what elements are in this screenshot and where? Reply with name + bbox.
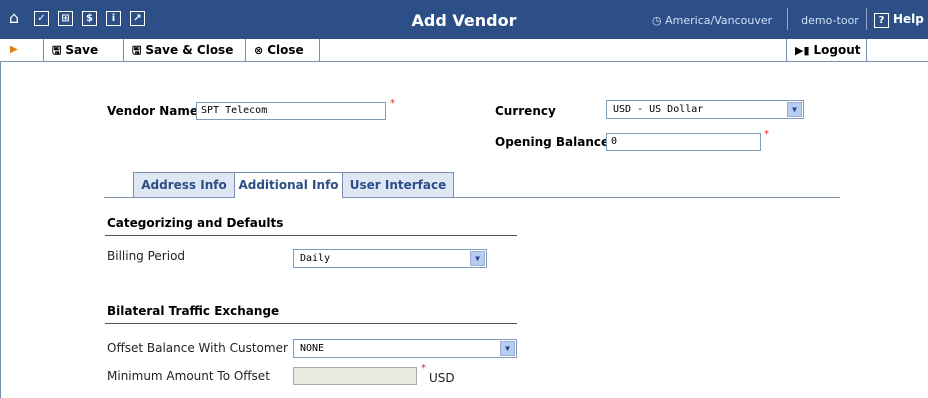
- close-label: Close: [267, 43, 304, 57]
- section-divider: [105, 323, 517, 324]
- clock-icon: ◷: [652, 14, 662, 27]
- save-close-button[interactable]: 🖫 Save & Close: [124, 39, 246, 61]
- help-label: Help: [893, 12, 924, 26]
- vendor-name-input[interactable]: SPT Telecom: [196, 102, 386, 120]
- tabs-divider: [104, 197, 840, 198]
- opening-balance-input[interactable]: 0: [606, 133, 761, 151]
- user-name[interactable]: demo-toor: [800, 14, 860, 27]
- currency-select[interactable]: USD - US Dollar ▼: [606, 100, 804, 119]
- opening-balance-label: Opening Balance: [495, 135, 610, 149]
- timezone-label: America/Vancouver: [665, 14, 773, 27]
- section-divider: [105, 235, 517, 236]
- active-tab-gap: [235, 197, 342, 198]
- currency-label: Currency: [495, 104, 556, 118]
- grid-icon[interactable]: ⊞: [58, 11, 73, 26]
- minimum-amount-label: Minimum Amount To Offset: [107, 369, 270, 383]
- tab-address-info[interactable]: Address Info: [133, 172, 235, 197]
- section-title-categorizing: Categorizing and Defaults: [107, 216, 284, 230]
- section-title-bilateral: Bilateral Traffic Exchange: [107, 304, 280, 318]
- dollar-icon[interactable]: $: [82, 11, 97, 26]
- logout-label: Logout: [813, 43, 861, 57]
- tab-user-interface[interactable]: User Interface: [342, 172, 454, 197]
- chevron-down-icon: ▼: [787, 102, 802, 117]
- help-icon: ?: [874, 13, 889, 28]
- close-button[interactable]: ⊗ Close: [246, 39, 320, 61]
- offset-balance-select[interactable]: NONE ▼: [293, 339, 517, 358]
- currency-value: USD - US Dollar: [613, 104, 704, 115]
- currency-unit: USD: [429, 371, 455, 385]
- tab-additional-info[interactable]: Additional Info: [234, 172, 343, 198]
- required-marker: *: [421, 363, 426, 374]
- header-divider: [787, 8, 788, 30]
- checkbox-icon[interactable]: ✓: [34, 11, 49, 26]
- timezone-link[interactable]: ◷ America/Vancouver: [652, 14, 772, 27]
- chevron-down-icon: ▼: [500, 341, 515, 356]
- billing-period-value: Daily: [300, 253, 331, 264]
- minimum-amount-input[interactable]: [293, 367, 417, 385]
- save-button[interactable]: 🖫 Save: [44, 39, 124, 61]
- logout-icon: ▶▮: [795, 44, 810, 57]
- toolbar: ▶ 🖫 Save 🖫 Save & Close ⊗ Close ▶▮ Logout: [0, 39, 928, 62]
- home-icon[interactable]: ⌂: [5, 9, 23, 27]
- floppy-disk-icon: 🖫: [52, 44, 62, 57]
- logout-button[interactable]: ▶▮ Logout: [786, 39, 867, 61]
- billing-period-label: Billing Period: [107, 249, 186, 263]
- info-icon[interactable]: i: [106, 11, 121, 26]
- save-label: Save: [65, 43, 99, 57]
- floppy-disk-icon: 🖫: [132, 44, 142, 57]
- required-marker: *: [764, 129, 769, 140]
- close-icon: ⊗: [254, 44, 264, 57]
- vendor-name-label: Vendor Name: [107, 104, 199, 118]
- offset-balance-label: Offset Balance With Customer: [107, 341, 288, 355]
- chevron-down-icon: ▼: [470, 251, 485, 266]
- header-bar: ⌂ ✓ ⊞ $ i ↗ Add Vendor ◷ America/Vancouv…: [0, 0, 928, 39]
- header-divider: [866, 8, 867, 30]
- billing-period-select[interactable]: Daily ▼: [293, 249, 487, 268]
- required-marker: *: [390, 98, 395, 109]
- offset-balance-value: NONE: [300, 343, 325, 354]
- save-close-label: Save & Close: [145, 43, 234, 57]
- form-area: Vendor Name SPT Telecom * Currency USD -…: [0, 62, 928, 398]
- play-icon[interactable]: ▶: [0, 39, 44, 61]
- chart-icon[interactable]: ↗: [130, 11, 145, 26]
- help-link[interactable]: ? Help: [874, 12, 924, 28]
